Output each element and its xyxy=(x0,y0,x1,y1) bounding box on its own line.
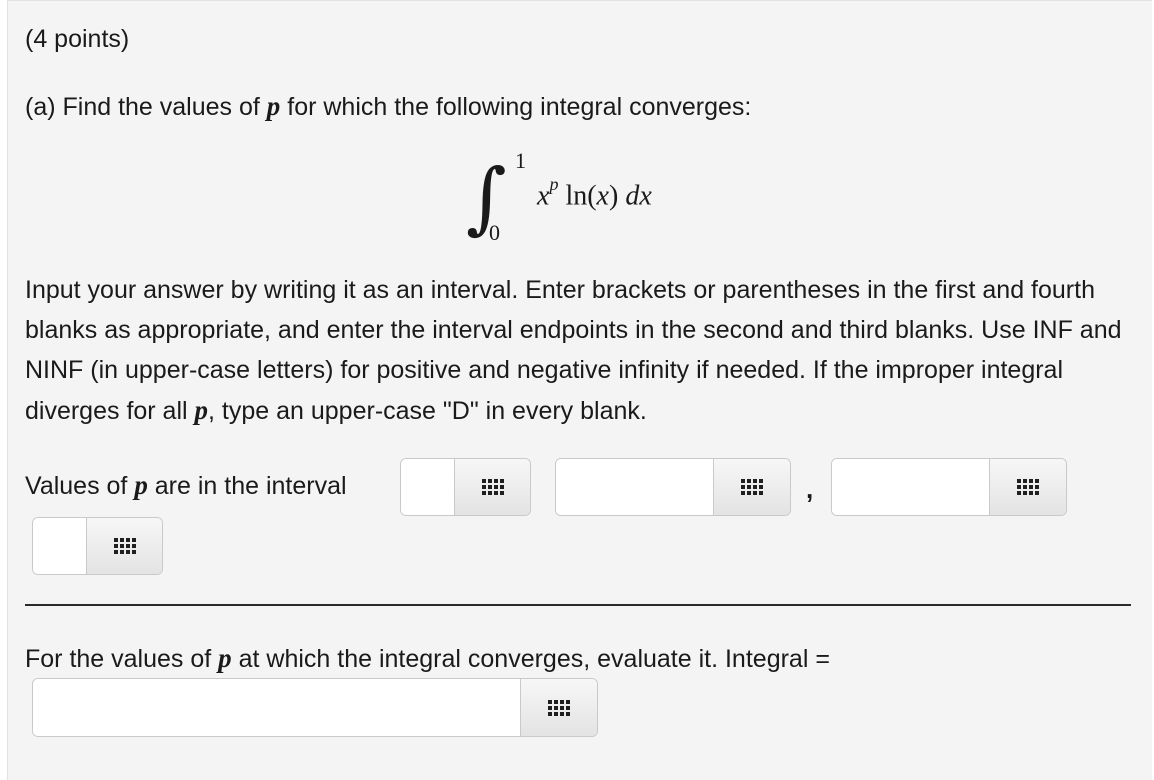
blank-1-palette-button[interactable] xyxy=(454,459,530,515)
blank-4-input[interactable] xyxy=(33,518,86,574)
blank-3-input[interactable] xyxy=(832,459,989,515)
integral-upper-limit: 1 xyxy=(515,148,526,173)
interval-label-var: p xyxy=(134,470,148,500)
blank-3-widget xyxy=(831,458,1067,516)
blank-2-widget xyxy=(555,458,791,516)
part-b-var: p xyxy=(218,643,232,673)
instructions-text-2: , type an upper-case "D" in every blank. xyxy=(208,397,647,425)
blank-1-input[interactable] xyxy=(401,459,454,515)
instructions-var: p xyxy=(194,395,209,425)
integrand: xp ln(x) dx xyxy=(537,174,652,212)
integrand-base: x xyxy=(537,180,550,212)
integral-sign: ∫ xyxy=(466,153,507,243)
interval-label: Values of p are in the interval xyxy=(25,465,347,506)
integrand-exponent: p xyxy=(549,174,559,194)
grid-icon xyxy=(741,479,763,495)
part-b-suffix: at which the integral converges, evaluat… xyxy=(231,645,830,673)
part-a-var: p xyxy=(266,91,281,121)
blank-3-palette-button[interactable] xyxy=(989,459,1066,515)
integrand-close: ) xyxy=(608,180,626,212)
part-a-prefix: (a) Find the values of xyxy=(25,93,267,121)
blank-4-palette-button[interactable] xyxy=(86,518,162,574)
integrand-differential: dx xyxy=(625,180,652,212)
interval-label-suffix: are in the interval xyxy=(147,472,347,500)
grid-icon xyxy=(481,479,504,495)
integral-answer-palette-button[interactable] xyxy=(520,679,597,736)
interval-label-prefix: Values of xyxy=(25,472,135,500)
points-label: (4 points) xyxy=(25,25,130,53)
integral-answer-widget xyxy=(32,678,598,737)
grid-icon xyxy=(1017,479,1039,495)
part-b-prefix: For the values of xyxy=(25,645,219,673)
integrand-ln: ln( xyxy=(558,180,597,212)
integral-lower-limit: 0 xyxy=(489,220,500,245)
part-a-suffix: for which the following integral converg… xyxy=(280,93,752,121)
section-divider xyxy=(25,604,1131,606)
blank-2-input[interactable] xyxy=(556,459,713,515)
blank-4-widget xyxy=(32,517,163,575)
interval-separator: , xyxy=(806,474,814,504)
integrand-arg: x xyxy=(596,180,609,212)
blank-2-palette-button[interactable] xyxy=(713,459,790,515)
integral-answer-input[interactable] xyxy=(33,679,520,736)
grid-icon xyxy=(548,699,570,716)
instructions-paragraph: Input your answer by writing it as an in… xyxy=(25,270,1135,431)
part-b-question: For the values of p at which the integra… xyxy=(25,638,830,679)
part-a-question: (a) Find the values of p for which the f… xyxy=(25,86,751,127)
blank-1-widget xyxy=(400,458,531,516)
grid-icon xyxy=(113,538,136,554)
